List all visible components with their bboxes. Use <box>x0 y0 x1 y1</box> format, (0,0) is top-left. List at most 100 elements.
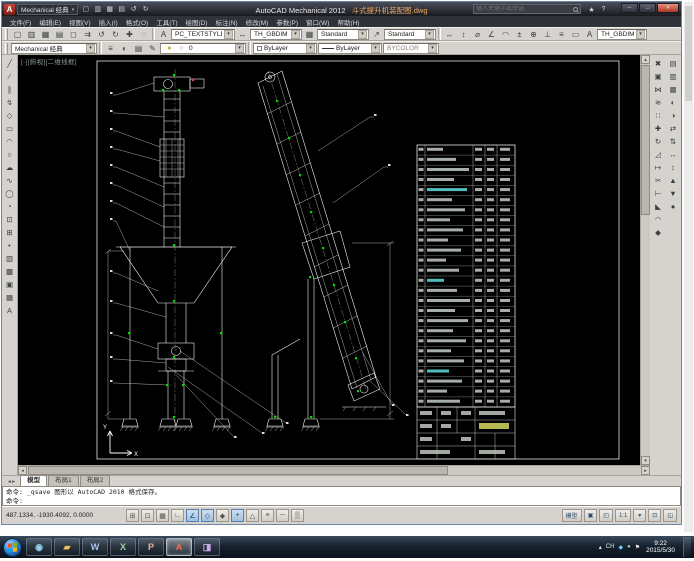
draworder-front-icon[interactable]: ▤ <box>667 57 680 69</box>
linetype-combo[interactable]: ByLayer <box>318 42 382 54</box>
chevron-down-icon[interactable] <box>371 43 380 53</box>
plot-icon[interactable]: ▤ <box>53 28 66 40</box>
windows-explorer-icon[interactable]: ▰ <box>54 538 80 556</box>
autocad-logo-icon[interactable]: A <box>4 3 15 15</box>
menu-1[interactable]: 编辑(E) <box>35 17 65 27</box>
multiline-text-icon[interactable]: A <box>3 304 16 316</box>
grid-display-icon[interactable]: ▦ <box>156 509 169 522</box>
measure-icon[interactable]: ↕ <box>667 161 680 173</box>
layer-states-icon[interactable]: ◐ <box>118 42 131 54</box>
scale-icon[interactable]: ◿ <box>652 148 665 160</box>
action-center-icon[interactable]: ⚑ <box>635 544 640 551</box>
search-input[interactable] <box>476 6 571 12</box>
minimize-button[interactable]: ─ <box>621 3 638 13</box>
plot-preview-icon[interactable]: ◻ <box>67 28 80 40</box>
viewport-label[interactable]: [-][俯视][二维线框] <box>21 56 77 66</box>
layer-on-bulb-icon[interactable]: ● <box>164 43 175 54</box>
object-snap-icon[interactable]: ◇ <box>201 509 214 522</box>
open-icon[interactable]: ▥ <box>92 4 103 15</box>
scroll-left-arrow[interactable] <box>18 466 27 475</box>
chevron-down-icon[interactable] <box>428 43 437 53</box>
horizontal-scrollbar[interactable] <box>18 465 650 475</box>
menu-10[interactable]: 窗口(W) <box>302 17 333 27</box>
dim-angular-icon[interactable]: ∠ <box>485 28 498 40</box>
object-snap-tracking-icon[interactable]: + <box>231 509 244 522</box>
layer-previous-icon[interactable]: ▤ <box>132 42 145 54</box>
construction-line-icon[interactable]: ∕ <box>3 70 16 82</box>
drawing-canvas[interactable]: Y X [-][俯视][二维线框] <box>18 55 640 465</box>
toolbar-grip[interactable] <box>5 42 8 54</box>
table-style-icon[interactable]: ▦ <box>303 28 316 40</box>
annotation-scale[interactable]: 1:1 <box>614 509 632 522</box>
dim-baseline-icon[interactable]: ⊥ <box>541 28 554 40</box>
clean-screen-icon[interactable]: ◱ <box>663 509 677 522</box>
ellipse-icon[interactable]: ◯ <box>3 187 16 199</box>
vertical-scrollbar[interactable] <box>640 55 650 465</box>
line-icon[interactable]: ╱ <box>3 57 16 69</box>
fillet-icon[interactable]: ◠ <box>652 213 665 225</box>
polygon-icon[interactable]: ◇ <box>3 109 16 121</box>
group-icon[interactable]: ▦ <box>667 83 680 95</box>
move-icon[interactable]: ✚ <box>652 122 665 134</box>
ortho-mode-icon[interactable]: ∟ <box>171 509 184 522</box>
start-button[interactable] <box>3 537 22 557</box>
make-block-icon[interactable]: ⊞ <box>3 226 16 238</box>
new-icon[interactable]: ▢ <box>11 28 24 40</box>
dim-tolerance-icon[interactable]: ± <box>513 28 526 40</box>
dim-diameter-icon[interactable]: ⌀ <box>471 28 484 40</box>
menu-7[interactable]: 标注(N) <box>212 17 242 27</box>
align-icon[interactable]: ↔ <box>667 148 680 160</box>
scroll-down-arrow[interactable] <box>641 456 650 465</box>
revision-cloud-icon[interactable]: ☁ <box>3 161 16 173</box>
layer-unlock-icon[interactable]: ○ <box>176 43 187 54</box>
snap-mode-icon[interactable]: ⊡ <box>141 509 154 522</box>
array-icon[interactable]: ∷ <box>652 109 665 121</box>
ungroup-icon[interactable]: ◐ <box>667 96 680 108</box>
pan-icon[interactable]: ✚ <box>123 28 136 40</box>
point-icon[interactable]: • <box>3 239 16 251</box>
menu-5[interactable]: 工具(T) <box>152 17 181 27</box>
dimension-style-combo[interactable]: TH_GBDIM <box>597 28 647 40</box>
workspace-switcher[interactable]: Mechanical 经典 <box>17 3 79 15</box>
quick-view-drawings-icon[interactable]: ◰ <box>599 509 613 522</box>
vertical-scrollbar-thumb[interactable] <box>641 65 650 215</box>
annotation-visibility-icon[interactable]: ▾ <box>633 509 647 522</box>
dim-linear-icon[interactable]: ↔ <box>443 28 456 40</box>
outer-scrollbar[interactable] <box>684 2 693 532</box>
text-style-icon[interactable]: A <box>157 28 170 40</box>
menu-0[interactable]: 文件(F) <box>6 17 35 27</box>
menu-8[interactable]: 修改(M) <box>242 17 273 27</box>
open-icon[interactable]: ▥ <box>25 28 38 40</box>
taskbar-clock[interactable]: 9:22 2015/5/30 <box>642 540 679 555</box>
divide-icon[interactable]: ● <box>667 200 680 212</box>
ellipse-arc-icon[interactable]: ◔ <box>3 200 16 212</box>
move-up-icon[interactable]: ▲ <box>667 174 680 186</box>
toolbar-grip[interactable] <box>5 28 8 40</box>
menu-4[interactable]: 格式(O) <box>122 17 152 27</box>
table-icon[interactable]: ▦ <box>3 291 16 303</box>
dim-style-icon[interactable]: ↔ <box>236 28 249 40</box>
command-prompt[interactable]: 命令: <box>6 497 677 506</box>
tab-布局1[interactable]: 布局1 <box>48 475 79 486</box>
edit-hatch-icon[interactable]: ⇅ <box>667 135 680 147</box>
windows-media-player-icon[interactable]: ◉ <box>26 538 52 556</box>
gradient-icon[interactable]: ▩ <box>3 265 16 277</box>
quick-view-layouts-icon[interactable]: ▣ <box>583 509 598 522</box>
undo-icon[interactable]: ↺ <box>128 4 139 15</box>
rotate-icon[interactable]: ↻ <box>652 135 665 147</box>
powerpoint-icon[interactable]: P <box>138 538 164 556</box>
layer-combo[interactable]: ● ○ 0 <box>160 42 246 54</box>
edit-spline-icon[interactable]: ⇄ <box>667 122 680 134</box>
region-icon[interactable]: ▣ <box>3 278 16 290</box>
insert-block-icon[interactable]: ⊡ <box>3 213 16 225</box>
mirror-icon[interactable]: ⋈ <box>652 83 665 95</box>
new-icon[interactable]: ▢ <box>80 4 91 15</box>
explode-icon[interactable]: ◆ <box>652 226 665 238</box>
chevron-down-icon[interactable] <box>358 29 367 39</box>
save-icon[interactable]: ▦ <box>104 4 115 15</box>
arc-icon[interactable]: ◠ <box>3 135 16 147</box>
layer-properties-icon[interactable]: ≡ <box>104 42 117 54</box>
zoom-realtime-icon[interactable]: ◌ <box>137 28 150 40</box>
mleader-style-icon[interactable]: ↗ <box>370 28 383 40</box>
lock-ui-icon[interactable]: ⊡ <box>648 509 662 522</box>
